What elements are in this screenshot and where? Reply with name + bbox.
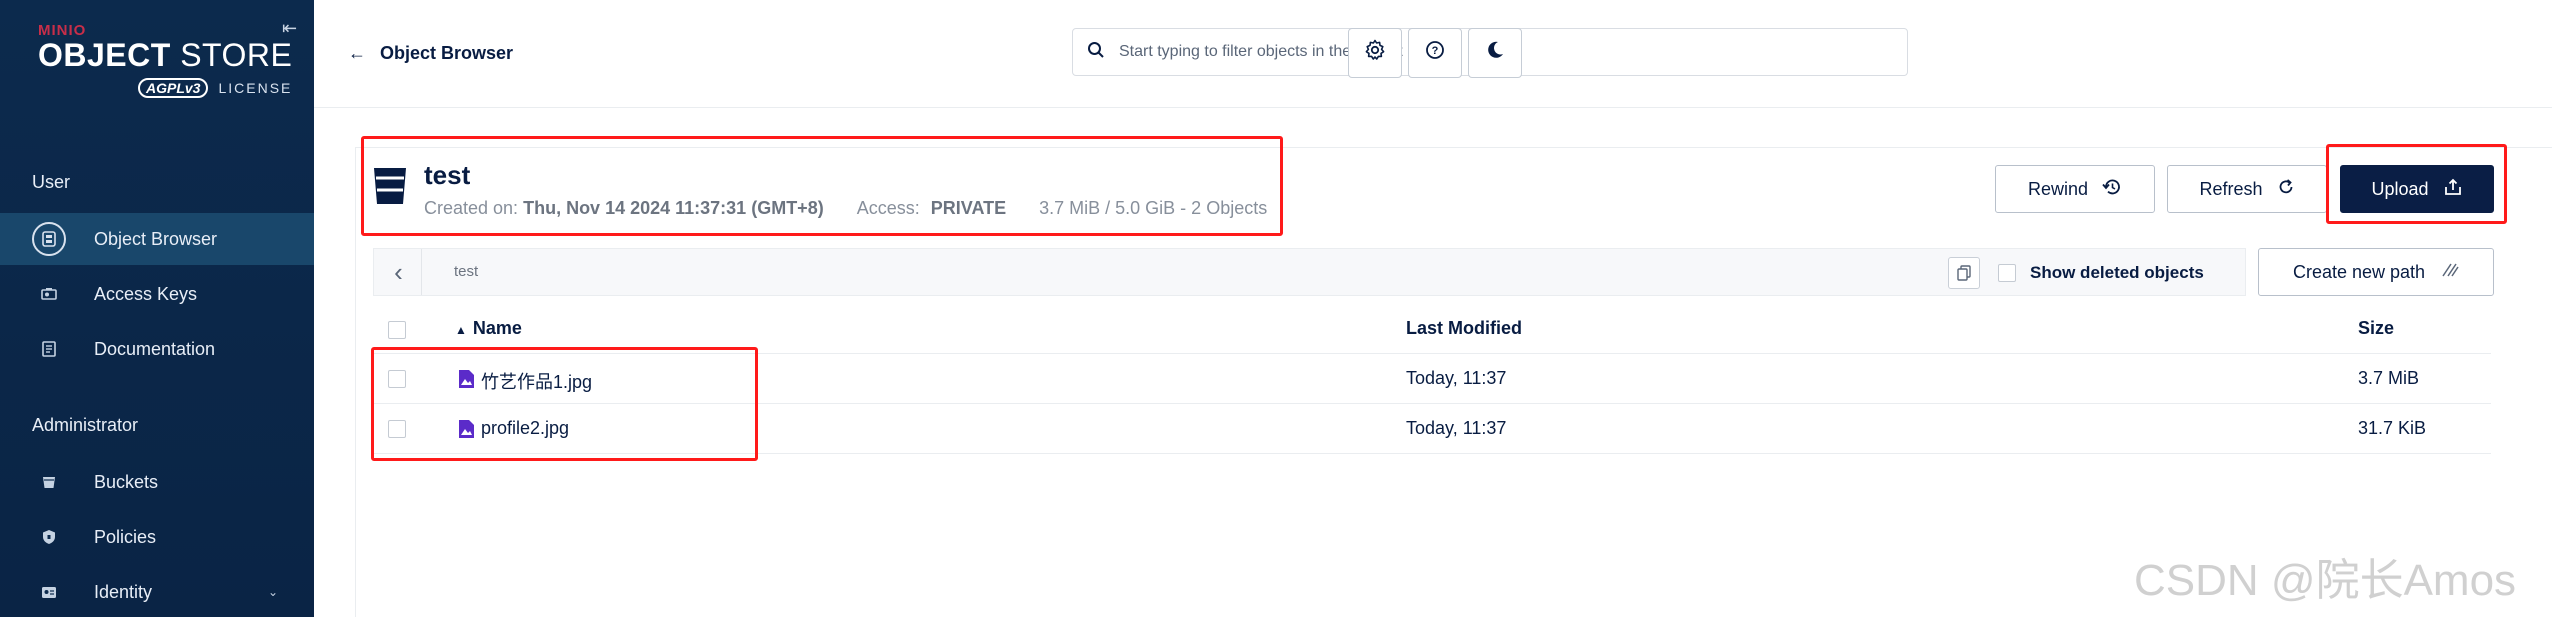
sidebar-item-label: Policies <box>94 526 157 547</box>
theme-toggle-button[interactable] <box>1468 28 1522 78</box>
create-new-path-button[interactable]: Create new path <box>2258 248 2494 296</box>
file-modified: Today, 11:37 <box>1406 418 1507 438</box>
settings-button[interactable] <box>1348 28 1402 78</box>
top-header: ← Object Browser ? <box>314 0 2552 108</box>
watermark: CSDN @院长Amos <box>2134 556 2517 605</box>
highlight-box-bucket-info <box>361 136 1283 236</box>
sidebar-item-object-browser[interactable]: Object Browser <box>0 213 314 265</box>
show-deleted-label: Show deleted objects <box>2030 263 2204 282</box>
history-icon <box>2102 178 2122 201</box>
highlight-box-upload <box>2326 144 2507 224</box>
refresh-icon <box>2277 178 2295 201</box>
logo-title: OBJECT STORE <box>38 37 293 73</box>
highlight-box-files <box>371 347 758 461</box>
rewind-button[interactable]: Rewind <box>1995 165 2155 213</box>
path-bar: ‹ test Show deleted objects <box>373 248 2246 296</box>
sidebar-item-label: Identity <box>94 581 153 602</box>
sidebar-item-label: Object Browser <box>94 228 218 249</box>
search-icon <box>1087 41 1109 64</box>
show-deleted-toggle[interactable]: Show deleted objects <box>1998 263 2204 283</box>
back-to-object-browser[interactable]: ← Object Browser <box>348 43 513 64</box>
sidebar-item-policies[interactable]: Policies <box>0 511 314 563</box>
rewind-label: Rewind <box>2027 178 2089 199</box>
agpl-badge: AGPLv3 <box>138 78 209 98</box>
chevron-down-icon[interactable]: ⌄ <box>268 585 278 599</box>
document-icon <box>38 338 60 360</box>
arrow-left-icon: ← <box>348 43 366 63</box>
chevron-left-icon[interactable]: ‹ <box>376 249 422 295</box>
sidebar-item-label: Documentation <box>94 338 216 359</box>
key-icon <box>38 283 60 305</box>
sidebar: MINIO OBJECT STORE AGPLv3 LICENSE ⇤ User… <box>0 0 314 617</box>
sidebar-item-identity[interactable]: Identity ⌄ <box>0 566 314 618</box>
create-path-label: Create new path <box>2292 261 2426 282</box>
help-icon: ? <box>1424 39 1446 67</box>
copy-path-icon[interactable] <box>1948 257 1980 289</box>
section-administrator: Administrator <box>32 415 139 435</box>
file-size: 31.7 KiB <box>2358 418 2427 438</box>
svg-text:?: ? <box>1432 45 1439 57</box>
file-modified: Today, 11:37 <box>1406 368 1507 388</box>
id-card-icon <box>38 581 60 603</box>
page-title: Object Browser <box>380 43 514 63</box>
license-badge: AGPLv3 LICENSE <box>138 78 292 98</box>
minio-logo[interactable]: MINIO OBJECT STORE AGPLv3 LICENSE <box>38 22 293 98</box>
select-all-checkbox[interactable] <box>388 321 406 339</box>
shield-icon <box>38 526 60 548</box>
license-label: LICENSE <box>218 80 293 96</box>
help-button[interactable]: ? <box>1408 28 1462 78</box>
column-last-modified[interactable]: Last Modified <box>1406 318 1522 339</box>
column-name[interactable]: ▲ Name <box>455 318 522 339</box>
gear-icon <box>1363 38 1387 68</box>
sidebar-item-buckets[interactable]: Buckets <box>0 456 314 508</box>
refresh-button[interactable]: Refresh <box>2167 165 2327 213</box>
breadcrumb[interactable]: test <box>454 263 478 280</box>
new-path-icon <box>2439 262 2459 283</box>
sidebar-item-documentation[interactable]: Documentation <box>0 323 314 375</box>
collapse-sidebar-icon[interactable]: ⇤ <box>282 18 297 39</box>
sidebar-item-label: Buckets <box>94 471 159 492</box>
bucket-icon <box>38 471 60 493</box>
sort-asc-icon: ▲ <box>455 323 467 337</box>
sidebar-item-label: Access Keys <box>94 283 198 304</box>
section-user: User <box>32 172 71 192</box>
object-browser-icon <box>32 222 66 256</box>
file-size: 3.7 MiB <box>2358 368 2420 388</box>
refresh-label: Refresh <box>2199 178 2263 199</box>
sidebar-item-access-keys[interactable]: Access Keys <box>0 268 314 320</box>
moon-icon <box>1484 39 1506 67</box>
column-size[interactable]: Size <box>2358 318 2394 339</box>
show-deleted-checkbox[interactable] <box>1998 264 2016 282</box>
